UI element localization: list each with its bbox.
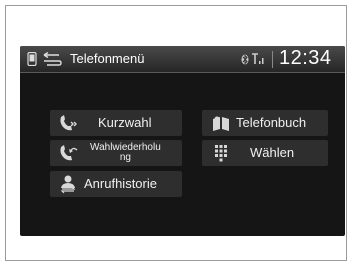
speed-dial-button[interactable]: Kurzwahl <box>50 110 182 136</box>
redial-icon <box>60 145 78 161</box>
figure-frame: Telefonmenü 12:34 Kurzwahl Telefonbuch W… <box>5 5 347 261</box>
phone-icon <box>27 52 37 66</box>
phonebook-icon <box>213 116 229 131</box>
phonebook-button[interactable]: Telefonbuch <box>202 110 328 136</box>
redial-label: Wahlwiederholu ng <box>90 143 161 163</box>
phonebook-label: Telefonbuch <box>236 115 307 130</box>
call-history-label: Anrufhistorie <box>84 176 157 191</box>
page-title: Telefonmenü <box>70 51 145 66</box>
call-history-icon <box>60 175 76 194</box>
dial-button[interactable]: Wählen <box>202 140 328 166</box>
call-history-button[interactable]: Anrufhistorie <box>50 171 182 197</box>
dial-label: Wählen <box>250 145 295 160</box>
redial-label-line2: ng <box>119 152 131 163</box>
redial-button[interactable]: Wahlwiederholu ng <box>50 140 182 166</box>
status-bar: Telefonmenü 12:34 <box>20 46 345 73</box>
back-icon[interactable] <box>41 52 63 66</box>
speed-dial-label: Kurzwahl <box>98 115 152 130</box>
clock: 12:34 <box>279 47 332 69</box>
phone-menu-screen: Telefonmenü 12:34 Kurzwahl Telefonbuch W… <box>20 46 345 236</box>
status-divider <box>272 51 273 68</box>
keypad-icon <box>215 145 227 162</box>
speed-dial-icon <box>60 115 77 131</box>
bluetooth-icon <box>241 54 249 65</box>
signal-strength-icon <box>252 53 264 64</box>
